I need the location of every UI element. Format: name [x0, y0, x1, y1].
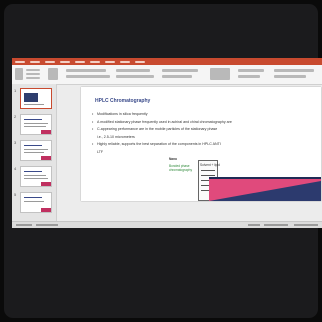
diagram-left-label: Bonded phase chromatography	[169, 164, 193, 172]
thumbnail-number: 4	[14, 166, 17, 171]
thumbnail-number: 5	[14, 192, 17, 197]
slide-thumbnail[interactable]	[20, 88, 52, 109]
slide-thumbnail-panel[interactable]: 1 2 3 4 5	[12, 84, 57, 221]
bullet-item: Modifications in silica frequently	[92, 111, 307, 119]
slide-thumbnail[interactable]	[20, 166, 52, 187]
bullet-list: Modifications in silica frequently A mod…	[92, 111, 307, 156]
slide-title: HPLC Chromatography	[95, 98, 151, 104]
status-bar	[12, 221, 322, 228]
bullet-item: A modified stationary phase frequently u…	[92, 119, 307, 127]
slide-thumbnail[interactable]	[20, 114, 52, 135]
thumbnail-number: 1	[14, 88, 17, 93]
ribbon-toolbar[interactable]	[12, 65, 322, 85]
slide-thumbnail[interactable]	[20, 192, 52, 213]
thumbnail-number: 2	[14, 114, 17, 119]
bullet-item: LTF	[97, 149, 104, 154]
diagram-right-label: Solvent + lipid	[200, 163, 220, 167]
thumbnail-number: 3	[14, 140, 17, 145]
ribbon-tab-bar[interactable]	[12, 58, 322, 65]
slide-canvas[interactable]: HPLC Chromatography Modifications in sil…	[81, 87, 321, 201]
bullet-item: C-appearing performance are in the mobil…	[92, 126, 307, 134]
bullet-item: Highly reliable, supports the best separ…	[92, 141, 307, 149]
diagram-top-label: Nano	[169, 157, 177, 161]
bullet-item: i.e., 2.5-10 micrometers	[97, 134, 135, 139]
slide-thumbnail[interactable]	[20, 140, 52, 161]
